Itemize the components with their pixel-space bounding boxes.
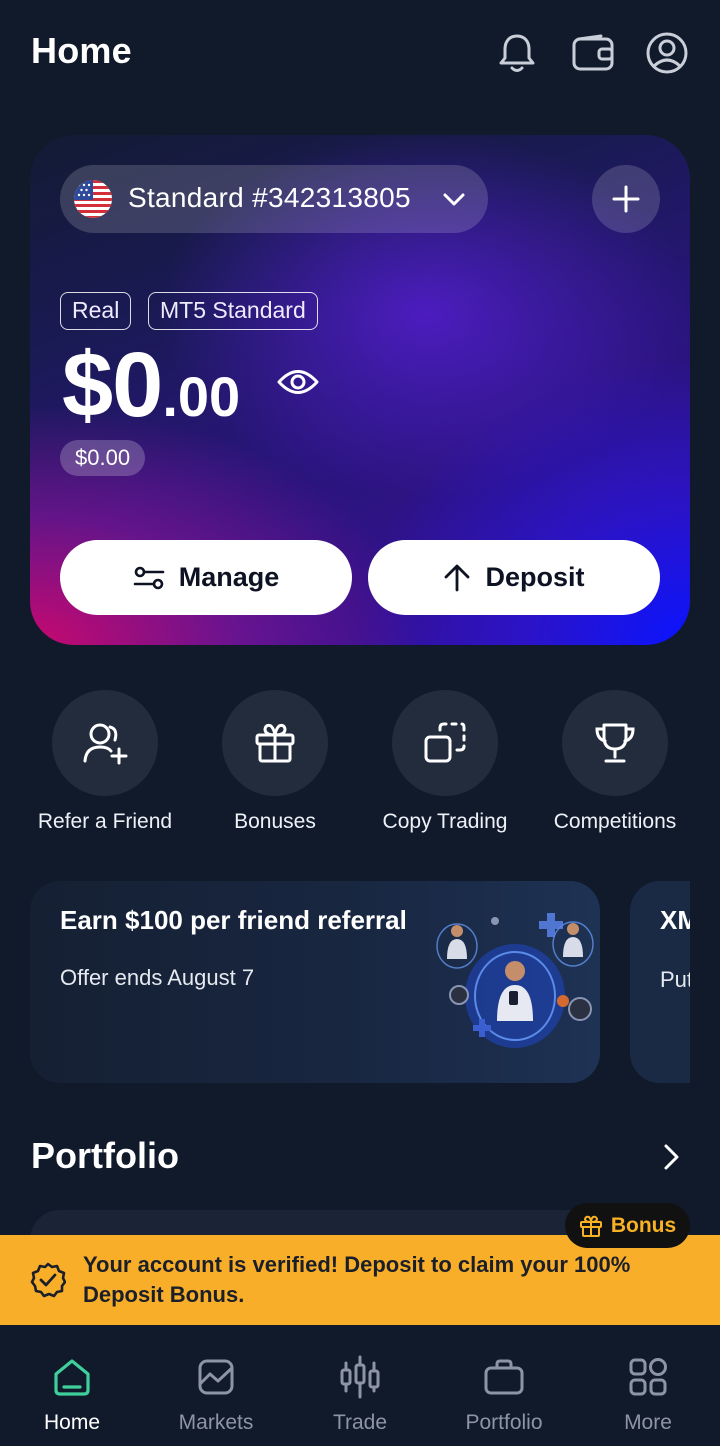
grid-icon bbox=[629, 1358, 667, 1396]
platform-tag: MT5 Standard bbox=[148, 292, 318, 330]
manage-label: Manage bbox=[178, 562, 280, 592]
balance-decimal: .00 bbox=[162, 365, 241, 428]
refer-friend-icon bbox=[83, 723, 128, 765]
nav-more[interactable]: More bbox=[576, 1355, 720, 1435]
trophy-icon bbox=[595, 723, 635, 763]
portfolio-open-button[interactable] bbox=[656, 1142, 686, 1172]
account-name: Standard #342313805 bbox=[128, 182, 411, 213]
account-type-tag: Real bbox=[60, 292, 132, 330]
copy-trading-action[interactable]: Copy Trading bbox=[360, 690, 530, 834]
promo-title: Earn $100 per friend referral bbox=[60, 905, 407, 935]
plus-icon bbox=[612, 185, 640, 213]
portfolio-title: Portfolio bbox=[31, 1135, 179, 1176]
gift-icon bbox=[579, 1215, 602, 1237]
header: Home bbox=[0, 0, 720, 110]
nav-portfolio[interactable]: Portfolio bbox=[432, 1355, 576, 1435]
verified-banner[interactable]: Your account is verified! Deposit to cla… bbox=[0, 1235, 720, 1325]
nav-home[interactable]: Home bbox=[0, 1355, 144, 1435]
home-icon bbox=[54, 1359, 90, 1396]
page-title: Home bbox=[31, 30, 132, 71]
promo-subtitle: Offer ends August 7 bbox=[60, 965, 255, 990]
add-account-button[interactable] bbox=[592, 165, 660, 233]
nav-portfolio-label: Portfolio bbox=[465, 1411, 543, 1434]
verified-badge-icon bbox=[30, 1262, 66, 1298]
wallet-button[interactable] bbox=[570, 30, 616, 76]
copy-trading-circle bbox=[392, 690, 498, 796]
bonuses-circle bbox=[222, 690, 328, 796]
bell-icon bbox=[499, 34, 535, 72]
notifications-button[interactable] bbox=[494, 30, 540, 76]
promo2-subtitle: Put big bbox=[660, 967, 690, 992]
account-selector[interactable]: Standard #342313805 bbox=[60, 165, 488, 233]
chart-icon bbox=[198, 1359, 234, 1395]
arrow-up-icon bbox=[445, 564, 470, 591]
chevron-right-icon bbox=[664, 1144, 679, 1170]
refer-friend-action[interactable]: Refer a Friend bbox=[20, 690, 190, 834]
nav-trade-label: Trade bbox=[332, 1411, 388, 1434]
refer-friend-circle bbox=[52, 690, 158, 796]
referral-promo-card[interactable]: Earn $100 per friend referral Offer ends… bbox=[30, 881, 600, 1083]
nav-markets[interactable]: Markets bbox=[144, 1355, 288, 1435]
manage-button[interactable]: Manage bbox=[60, 540, 352, 615]
toggle-balance-button[interactable] bbox=[276, 367, 320, 397]
nav-trade[interactable]: Trade bbox=[288, 1355, 432, 1435]
copy-trading-label: Copy Trading bbox=[382, 810, 508, 833]
competitions-circle bbox=[562, 690, 668, 796]
nav-more-label: More bbox=[624, 1411, 672, 1434]
referral-illustration-icon bbox=[436, 913, 594, 1048]
deposit-button[interactable]: Deposit bbox=[368, 540, 660, 615]
copy-trading-icon bbox=[424, 722, 466, 763]
candlestick-icon bbox=[340, 1355, 380, 1399]
gift-icon bbox=[255, 723, 295, 763]
nav-markets-label: Markets bbox=[178, 1411, 254, 1434]
eye-icon bbox=[277, 370, 319, 394]
verified-banner-text: Your account is verified! Deposit to cla… bbox=[83, 1252, 631, 1307]
bonus-badge-label: Bonus bbox=[610, 1213, 677, 1237]
balance: $0.00 bbox=[62, 333, 240, 438]
deposit-label: Deposit bbox=[485, 562, 585, 592]
briefcase-icon bbox=[484, 1359, 524, 1395]
bonuses-label: Bonuses bbox=[234, 810, 316, 833]
wallet-icon bbox=[572, 34, 614, 71]
sub-balance: $0.00 bbox=[60, 440, 146, 476]
balance-main: $0 bbox=[62, 334, 163, 436]
sliders-icon bbox=[133, 566, 165, 589]
competitions-action[interactable]: Competitions bbox=[530, 690, 700, 834]
us-flag-icon bbox=[74, 180, 112, 218]
secondary-promo-card[interactable]: XM Put big bbox=[630, 881, 690, 1083]
user-circle-icon bbox=[646, 32, 688, 74]
promo2-title: XM bbox=[660, 905, 690, 935]
bonuses-action[interactable]: Bonuses bbox=[190, 690, 360, 834]
profile-button[interactable] bbox=[644, 30, 690, 76]
bottom-nav: Home Markets Trade Portfolio More bbox=[0, 1325, 720, 1446]
nav-home-label: Home bbox=[43, 1411, 101, 1434]
account-card: Standard #342313805 Real MT5 Standard $0… bbox=[30, 135, 690, 645]
competitions-label: Competitions bbox=[553, 810, 677, 833]
bonus-badge-button[interactable]: Bonus bbox=[565, 1203, 690, 1248]
refer-friend-label: Refer a Friend bbox=[37, 810, 173, 833]
chevron-down-icon bbox=[443, 193, 465, 206]
